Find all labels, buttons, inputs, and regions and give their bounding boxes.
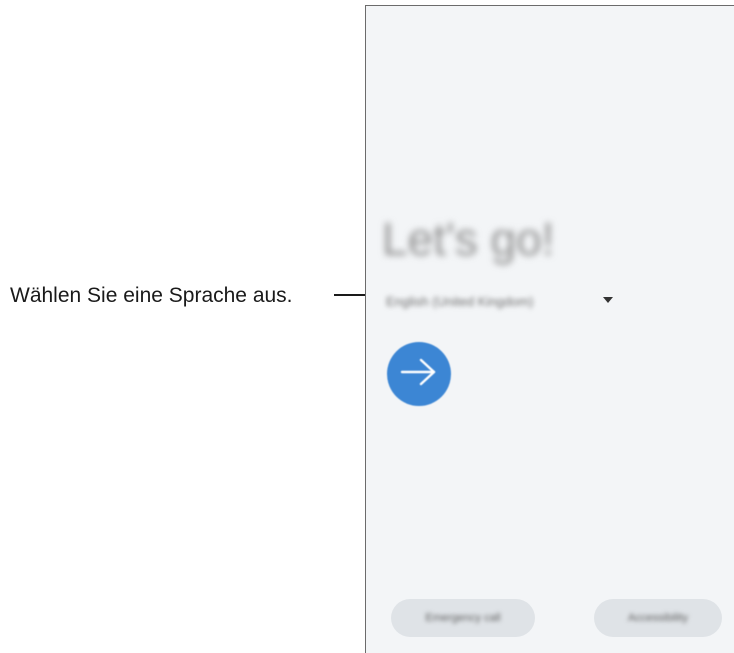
next-button[interactable] [387, 342, 451, 406]
welcome-title: Let's go! [382, 213, 555, 265]
language-select[interactable]: English (United Kingdom) [386, 286, 616, 316]
callout-label: Wählen Sie eine Sprache aus. [10, 284, 293, 307]
emergency-call-label: Emergency call [425, 612, 501, 624]
accessibility-label: Accessibility [628, 612, 688, 624]
chevron-down-icon [601, 293, 615, 307]
accessibility-button[interactable]: Accessibility [594, 599, 722, 637]
phone-screen: Let's go! English (United Kingdom) Emerg… [365, 5, 734, 653]
emergency-call-button[interactable]: Emergency call [391, 599, 535, 637]
arrow-right-icon [399, 357, 439, 392]
language-select-value: English (United Kingdom) [386, 293, 534, 309]
callout-label-container: Wählen Sie eine Sprache aus. [10, 280, 293, 312]
